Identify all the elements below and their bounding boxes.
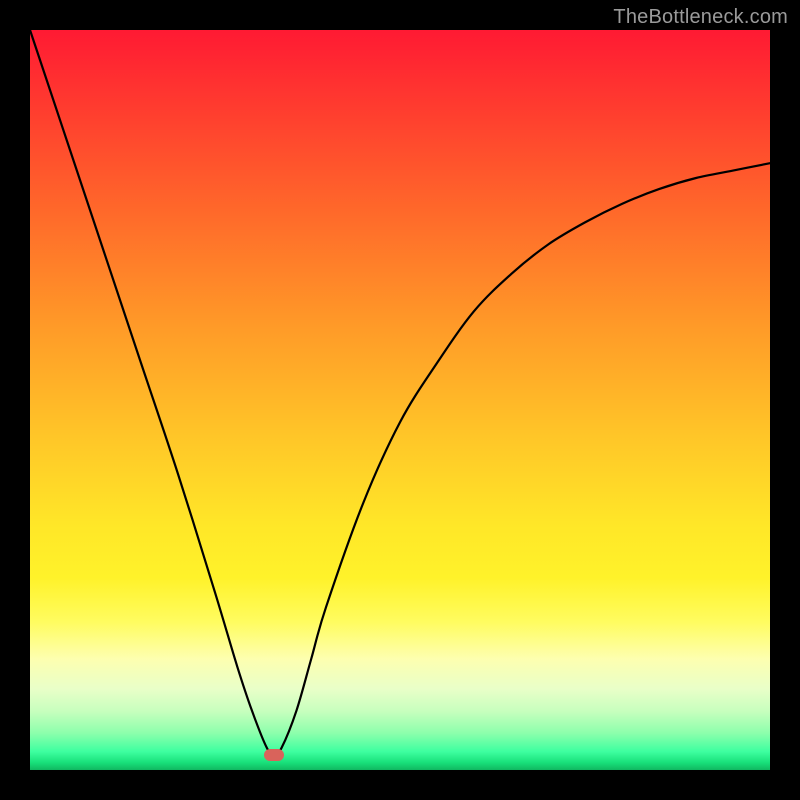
optimum-marker <box>264 749 284 761</box>
watermark-text: TheBottleneck.com <box>613 6 788 29</box>
plot-area <box>30 30 770 770</box>
bottleneck-curve <box>30 30 770 770</box>
chart-frame: TheBottleneck.com <box>0 0 800 800</box>
